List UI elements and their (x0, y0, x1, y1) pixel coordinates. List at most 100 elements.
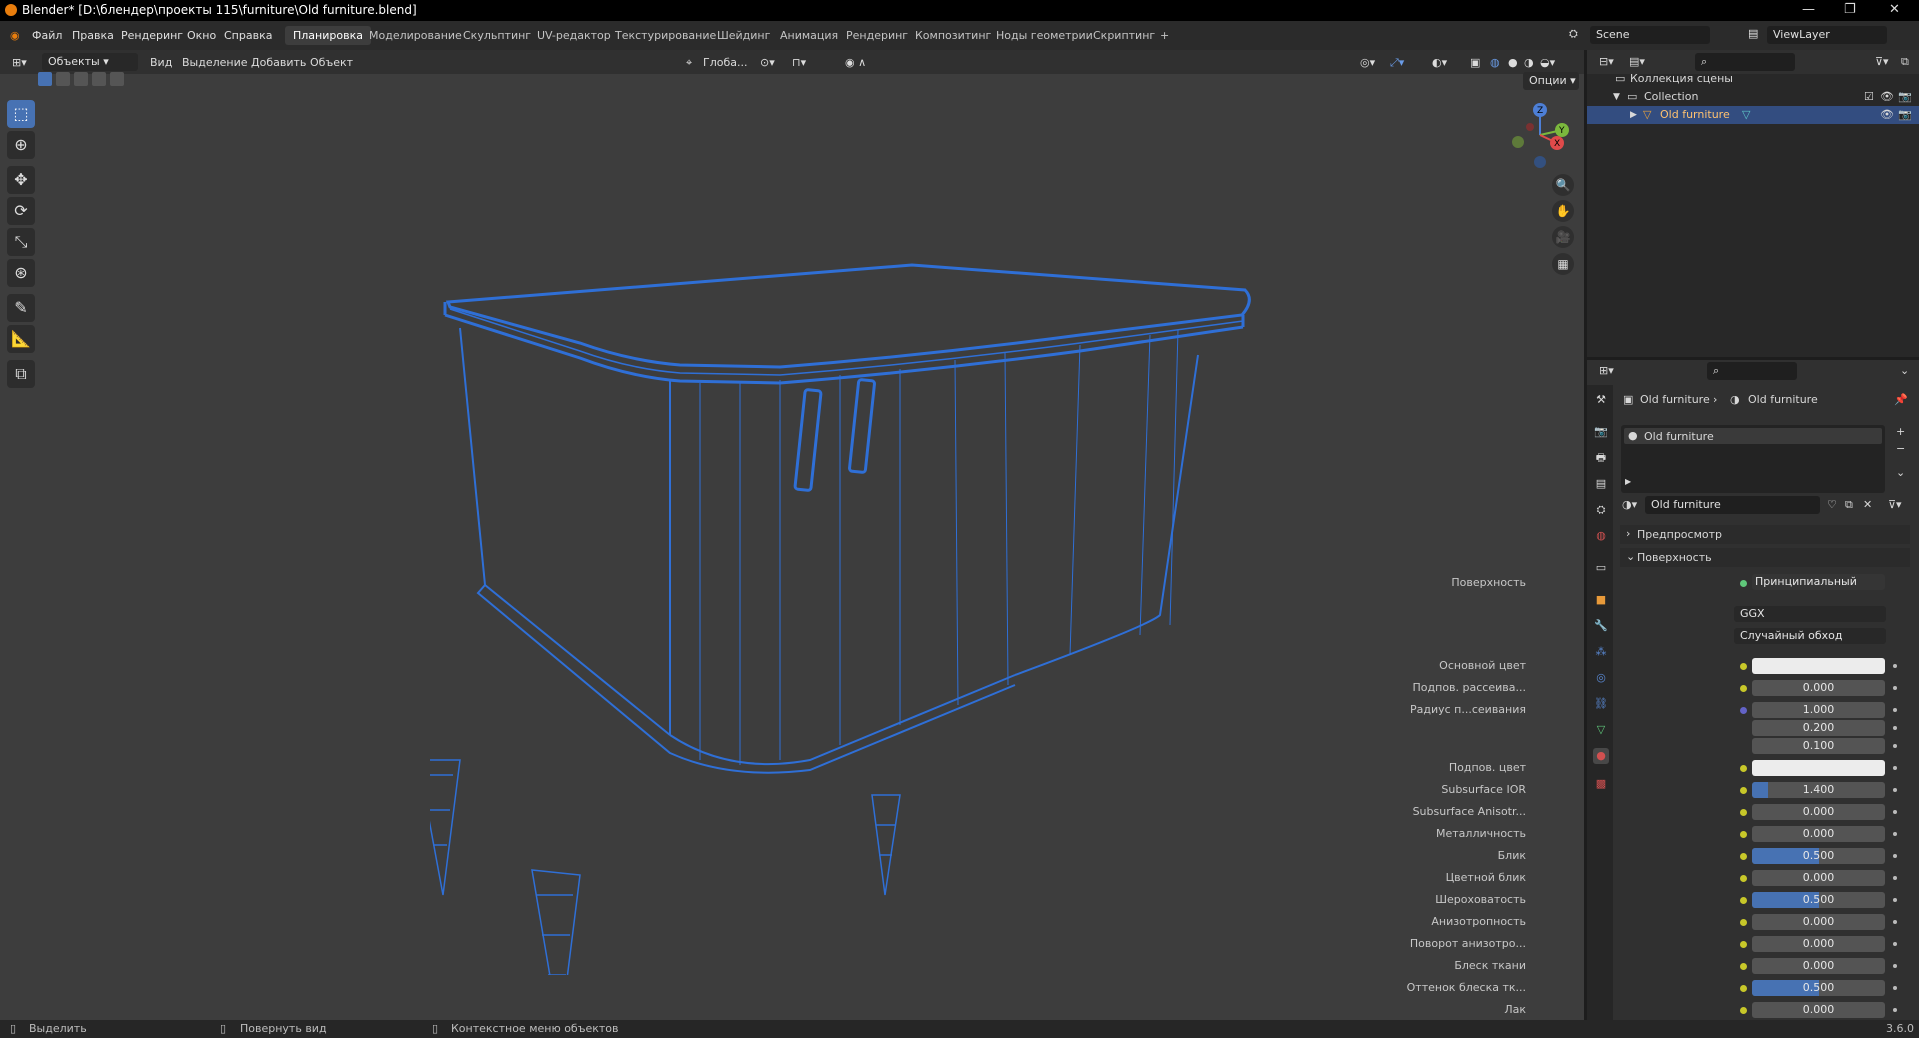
material-tab-icon[interactable]: ● (1593, 748, 1609, 764)
transform-tool-icon[interactable]: ⊛ (7, 259, 35, 287)
scene-selector[interactable]: Scene (1590, 26, 1710, 44)
duplicate-icon[interactable]: ⧉ (1845, 498, 1853, 512)
zoom-icon[interactable]: 🔍 (1552, 174, 1574, 196)
keyframe-dot-icon[interactable] (1893, 788, 1897, 792)
number-field[interactable]: 0.000 (1752, 1002, 1885, 1018)
filter-icon[interactable]: ⊽▾ (1875, 55, 1889, 68)
rotate-tool-icon[interactable]: ⟳ (7, 197, 35, 225)
perspective-grid-icon[interactable]: ▦ (1552, 253, 1574, 275)
select-invert-icon[interactable] (92, 72, 106, 86)
select-subtract-icon[interactable] (74, 72, 88, 86)
properties-editor-type-icon[interactable]: ⊞▾ (1599, 364, 1614, 377)
properties-options-icon[interactable]: ⌄ (1900, 364, 1909, 377)
display-mode-icon[interactable]: ▤▾ (1629, 55, 1645, 68)
number-field[interactable]: 0.000 (1752, 914, 1885, 930)
node-tree-icon[interactable]: ⊽▾ (1888, 498, 1902, 511)
number-field[interactable]: 0.100 (1752, 738, 1885, 754)
camera-icon[interactable]: 📷 (1898, 88, 1912, 106)
camera-icon[interactable]: 📷 (1898, 106, 1912, 124)
select-intersect-icon[interactable] (110, 72, 124, 86)
expand-arrow-icon[interactable]: ▶ (1630, 106, 1637, 124)
keyframe-dot-icon[interactable] (1893, 942, 1897, 946)
number-field[interactable]: 0.500 (1752, 980, 1885, 996)
number-field[interactable]: 0.000 (1752, 870, 1885, 886)
scene-tab-icon[interactable]: ⛭ (1593, 502, 1609, 518)
output-tab-icon[interactable]: 🖶 (1593, 450, 1609, 466)
properties-search-input[interactable]: ⌕ (1707, 362, 1797, 380)
tab-texture-paint[interactable]: Текстурирование (607, 26, 724, 45)
tab-geometry-nodes[interactable]: Ноды геометрии (988, 26, 1101, 45)
keyframe-dot-icon[interactable] (1893, 810, 1897, 814)
keyframe-dot-icon[interactable] (1893, 986, 1897, 990)
add-slot-icon[interactable]: + (1896, 425, 1905, 438)
tab-shading[interactable]: Шейдинг (709, 26, 778, 45)
options-dropdown[interactable]: Опции ▾ (1523, 72, 1579, 90)
data-tab-icon[interactable]: ▽ (1593, 722, 1609, 738)
color-swatch[interactable] (1752, 760, 1885, 776)
slot-specials-icon[interactable]: ⌄ (1896, 466, 1905, 479)
subsurface-method-dropdown[interactable]: Случайный обход (1734, 628, 1886, 644)
move-tool-icon[interactable]: ✥ (7, 166, 35, 194)
modifier-tab-icon[interactable]: 🔧 (1593, 618, 1609, 634)
visibility-icon[interactable]: ◎▾ (1360, 56, 1375, 69)
material-slot-list[interactable]: ● Old furniture ▶ (1621, 425, 1885, 493)
tab-modeling[interactable]: Моделирование (361, 26, 470, 45)
world-tab-icon[interactable]: ◍ (1593, 528, 1609, 544)
menu-edit[interactable]: Правка (72, 29, 114, 42)
cursor-tool-icon[interactable]: ⊕ (7, 131, 35, 159)
collection-tab-icon[interactable]: ▭ (1593, 560, 1609, 576)
number-field[interactable]: 0.000 (1752, 804, 1885, 820)
material-slot[interactable]: ● Old furniture (1624, 428, 1882, 444)
outliner-scene-collection[interactable]: ▭ Коллекция сцены (1587, 70, 1919, 88)
object-tab-icon[interactable]: ■ (1593, 592, 1609, 608)
pin-icon[interactable]: 📌 (1894, 393, 1908, 406)
eye-icon[interactable]: 👁 (1880, 106, 1894, 124)
shading-wireframe-icon[interactable]: ◍ (1490, 56, 1500, 69)
number-field[interactable]: 1.400 (1752, 782, 1885, 798)
color-swatch[interactable] (1752, 658, 1885, 674)
keyframe-dot-icon[interactable] (1893, 1008, 1897, 1012)
number-field[interactable]: 0.000 (1752, 936, 1885, 952)
physics-tab-icon[interactable]: ◎ (1593, 670, 1609, 686)
keyframe-dot-icon[interactable] (1893, 686, 1897, 690)
keyframe-dot-icon[interactable] (1893, 708, 1897, 712)
keyframe-dot-icon[interactable] (1893, 854, 1897, 858)
menu-object[interactable]: Объект (310, 56, 353, 69)
view-layer-tab-icon[interactable]: ▤ (1593, 476, 1609, 492)
menu-file[interactable]: Файл (32, 29, 62, 42)
number-field[interactable]: 0.200 (1752, 720, 1885, 736)
menu-select[interactable]: Выделение (182, 56, 248, 69)
snap-icon[interactable]: ⊓▾ (792, 56, 806, 69)
keyframe-dot-icon[interactable] (1893, 964, 1897, 968)
panel-surface[interactable]: ⌄ Поверхность (1620, 548, 1910, 567)
outliner-object-row[interactable]: ▶ ▽ Old furniture ▽ 👁 📷 (1587, 106, 1919, 124)
distribution-dropdown[interactable]: GGX (1734, 606, 1886, 622)
navigation-gizmo[interactable]: Z Y X (1505, 100, 1575, 170)
number-field[interactable]: 0.000 (1752, 958, 1885, 974)
keyframe-dot-icon[interactable] (1893, 920, 1897, 924)
add-workspace-button[interactable]: + (1152, 26, 1177, 45)
blender-menu-icon[interactable]: ◉ (10, 29, 20, 42)
keyframe-dot-icon[interactable] (1893, 664, 1897, 668)
outliner-search-input[interactable]: ⌕ (1695, 53, 1795, 71)
viewlayer-selector[interactable]: ViewLayer (1767, 26, 1887, 44)
tab-layout[interactable]: Планировка (285, 26, 371, 45)
select-extend-icon[interactable] (56, 72, 70, 86)
minimize-button[interactable]: — (1802, 2, 1815, 17)
number-field[interactable]: 1.000 (1752, 702, 1885, 718)
fake-user-icon[interactable]: ♡ (1827, 498, 1837, 511)
tool-tab-icon[interactable]: ⚒ (1593, 392, 1609, 408)
tab-sculpting[interactable]: Скульптинг (455, 26, 539, 45)
number-field[interactable]: 0.500 (1752, 848, 1885, 864)
expand-arrow-icon[interactable]: ▶ (1625, 477, 1631, 486)
add-cube-tool-icon[interactable]: ⧉ (7, 360, 35, 388)
constraints-tab-icon[interactable]: ⛓ (1593, 696, 1609, 712)
editor-type-icon[interactable]: ⊞▾ (12, 56, 27, 69)
menu-help[interactable]: Справка (224, 29, 272, 42)
particles-tab-icon[interactable]: ⁂ (1593, 644, 1609, 660)
exclude-checkbox[interactable]: ☑ (1864, 88, 1874, 106)
surface-shader-field[interactable]: Принципиальный BSDF (1752, 574, 1885, 590)
xray-icon[interactable]: ▣ (1470, 56, 1480, 69)
keyframe-dot-icon[interactable] (1893, 898, 1897, 902)
material-browse-icon[interactable]: ◑▾ (1622, 498, 1637, 511)
